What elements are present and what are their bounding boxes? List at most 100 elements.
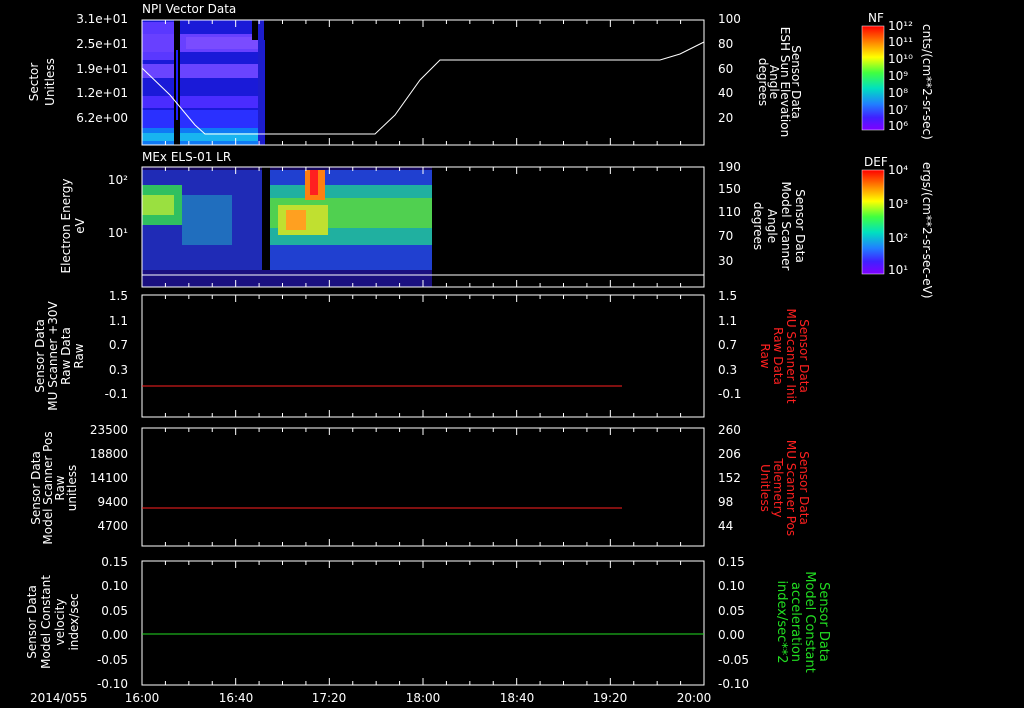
p2-right-tick: 30	[718, 254, 733, 268]
svg-text:unitless: unitless	[65, 465, 79, 511]
p3-left-tick: 0.7	[109, 338, 128, 352]
svg-text:Raw: Raw	[72, 343, 86, 368]
nf-colorbar-unit: cnts/(cm**2-sr-sec)	[920, 24, 934, 140]
date-label: 2014/055	[30, 691, 88, 705]
svg-text:Angle: Angle	[765, 209, 779, 243]
svg-text:Raw: Raw	[758, 343, 772, 368]
svg-text:Sensor Data: Sensor Data	[816, 582, 831, 662]
panel-mex-els: MEx ELS-01 LR 10² 10¹ 190 150 110 70 30 …	[59, 150, 807, 288]
p5-right-tick: -0.05	[718, 653, 749, 667]
x-tick-label: 17:20	[312, 691, 347, 705]
p1-left-tick: 2.5e+01	[76, 37, 128, 51]
def-colorbar-unit: ergs/(cm**2-sr-sec-eV)	[920, 162, 934, 299]
p3-left-tick: 1.1	[109, 314, 128, 328]
p3-right-tick: 0.3	[718, 363, 737, 377]
p5-left-tick: 0.05	[101, 604, 128, 618]
p5-left-tick: -0.05	[97, 653, 128, 667]
def-colorbar-label: 10³	[888, 197, 908, 211]
svg-text:Sensor Data: Sensor Data	[797, 319, 811, 393]
svg-text:Sensor Data: Sensor Data	[793, 189, 807, 263]
p5-right-tick: 0.15	[718, 555, 745, 569]
panel-npi-vector-data: NPI Vector Data 3.1e+01 2.5e+01 1.9e+01 …	[27, 2, 803, 146]
p2-right-axis-label: Sensor Data Model Scanner Angle degrees	[751, 182, 807, 271]
p4-left-tick: 4700	[97, 519, 128, 533]
p5-left-axis-label: Sensor Data Model Constant velocity inde…	[25, 575, 81, 669]
nf-colorbar-label: 10⁷	[888, 103, 908, 117]
p1-right-tick: 100	[718, 12, 741, 26]
svg-text:Sensor Data: Sensor Data	[25, 585, 39, 659]
p5-left-tick: 0.10	[101, 579, 128, 593]
svg-text:index/sec**2: index/sec**2	[774, 580, 789, 663]
svg-text:Telemetry: Telemetry	[771, 457, 785, 517]
x-tick-label: 18:00	[406, 691, 441, 705]
nf-colorbar: NF 10¹² 10¹¹ 10¹⁰ 10⁹ 10⁸ 10⁷ 10⁶ cnts/(…	[861, 11, 934, 140]
nf-colorbar-label: 10⁹	[888, 69, 908, 83]
nf-colorbar-label: 10¹⁰	[888, 52, 913, 66]
nf-colorbar-label: 10⁸	[888, 86, 908, 100]
p4-left-tick: 9400	[97, 495, 128, 509]
p4-right-axis-label: Sensor Data MU Scanner Pos Telemetry Uni…	[758, 440, 811, 536]
def-colorbar-label: 10²	[888, 231, 908, 245]
def-colorbar-label: 10¹	[888, 263, 908, 277]
x-tick-label: 19:20	[593, 691, 628, 705]
p2-left-axis-label: Electron Energy eV	[59, 178, 87, 273]
p5-right-tick: 0.00	[718, 628, 745, 642]
p5-right-tick: 0.05	[718, 604, 745, 618]
p2-right-tick: 190	[718, 160, 741, 174]
p4-right-tick: 206	[718, 447, 741, 461]
p1-right-tick: 60	[718, 62, 733, 76]
p1-right-tick: 80	[718, 37, 733, 51]
els-spectrogram	[142, 167, 432, 287]
def-colorbar-label: 10⁴	[888, 163, 908, 177]
svg-text:degrees: degrees	[751, 202, 765, 250]
time-series-figure: NPI Vector Data 3.1e+01 2.5e+01 1.9e+01 …	[25, 2, 934, 705]
svg-text:MU Scanner +30V: MU Scanner +30V	[46, 301, 60, 411]
p2-right-tick: 150	[718, 182, 741, 196]
nf-colorbar-label: 10⁶	[888, 119, 908, 133]
npi-spectrogram	[142, 20, 265, 145]
panel-1-title: NPI Vector Data	[142, 2, 236, 16]
p1-right-tick: 20	[718, 111, 733, 125]
svg-text:Raw Data: Raw Data	[771, 327, 785, 385]
p3-left-axis-label: Sensor Data MU Scanner +30V Raw Data Raw	[33, 301, 86, 411]
svg-text:Sector: Sector	[27, 63, 41, 102]
p3-left-tick: 0.3	[109, 363, 128, 377]
p5-left-tick: -0.10	[97, 677, 128, 691]
nf-colorbar-label: 10¹²	[888, 19, 913, 33]
svg-text:Electron Energy: Electron Energy	[59, 178, 73, 273]
p4-left-tick: 18800	[90, 447, 128, 461]
svg-text:degrees: degrees	[756, 58, 770, 106]
panel-model-constant: 0.15 0.10 0.05 0.00 -0.05 -0.10 0.15 0.1…	[25, 555, 831, 691]
p1-left-tick: 6.2e+00	[76, 111, 128, 125]
x-tick-label: 16:40	[219, 691, 254, 705]
p4-right-tick: 152	[718, 471, 741, 485]
p1-right-tick: 40	[718, 86, 733, 100]
p3-right-tick: -0.1	[718, 387, 741, 401]
panel-scanner-pos: 23500 18800 14100 9400 4700 260 206 152 …	[29, 423, 811, 547]
p5-left-tick: 0.15	[101, 555, 128, 569]
svg-text:Raw Data: Raw Data	[59, 327, 73, 385]
p1-left-tick: 1.2e+01	[76, 86, 128, 100]
p2-right-tick: 110	[718, 205, 741, 219]
p3-left-tick: 1.5	[109, 289, 128, 303]
p2-right-tick: 70	[718, 229, 733, 243]
svg-text:Model Scanner: Model Scanner	[779, 182, 793, 271]
x-tick-label: 20:00	[677, 691, 712, 705]
p4-right-tick: 98	[718, 495, 733, 509]
p4-left-tick: 14100	[90, 471, 128, 485]
svg-text:acceleration: acceleration	[788, 582, 803, 662]
p2-left-tick: 10¹	[108, 226, 128, 240]
x-tick-label: 16:00	[125, 691, 160, 705]
svg-text:index/sec: index/sec	[67, 593, 81, 650]
panel-mu-scanner-raw: 1.5 1.1 0.7 0.3 -0.1 1.5 1.1 0.7 0.3 -0.…	[33, 289, 811, 418]
p1-right-axis-label: Sensor Data ESH Sun Elevation Angle degr…	[756, 27, 803, 137]
p3-right-tick: 1.5	[718, 289, 737, 303]
svg-text:Sensor Data: Sensor Data	[33, 319, 47, 393]
svg-text:MU Scanner Init: MU Scanner Init	[784, 308, 798, 403]
p4-right-tick: 44	[718, 519, 733, 533]
p3-right-tick: 0.7	[718, 338, 737, 352]
p5-right-tick: 0.10	[718, 579, 745, 593]
p3-right-tick: 1.1	[718, 314, 737, 328]
p5-right-tick: -0.10	[718, 677, 749, 691]
svg-text:Sensor Data: Sensor Data	[797, 451, 811, 525]
